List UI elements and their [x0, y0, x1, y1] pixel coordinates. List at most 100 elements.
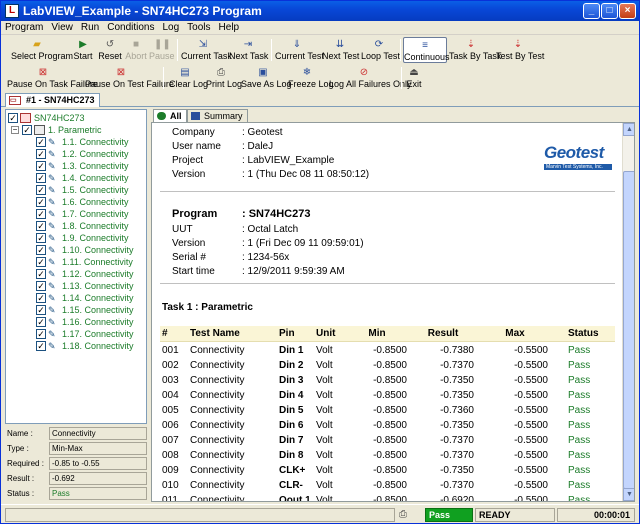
test-checkbox[interactable]: ✓	[36, 185, 46, 195]
col-pin-cell: Din 3	[279, 375, 304, 386]
test-checkbox[interactable]: ✓	[36, 269, 46, 279]
toolbar-separator	[400, 39, 401, 61]
test-checkbox[interactable]: ✓	[36, 221, 46, 231]
col-min-cell: -0.8500	[373, 360, 407, 371]
scroll-up-icon[interactable]: ▲	[623, 123, 634, 136]
collapse-icon[interactable]: −	[11, 126, 19, 134]
scroll-thumb[interactable]	[623, 171, 634, 489]
pause-on-task-failure-button[interactable]: ⊠ Pause On Task Failure	[7, 65, 98, 91]
start-button[interactable]: ▶ Start	[71, 37, 95, 63]
clear-log-button[interactable]: ▤ Clear Log	[169, 65, 208, 91]
next-task-button[interactable]: ⇥ Next Task	[229, 37, 268, 63]
tab-program-sn74hc273[interactable]: ▭ #1 - SN74HC273	[5, 93, 100, 107]
menu-conditions[interactable]: Conditions	[103, 21, 158, 35]
test-checkbox[interactable]: ✓	[36, 305, 46, 315]
task-icon	[34, 125, 45, 135]
tree-test-label: 1.13. Connectivity	[62, 281, 134, 291]
scroll-down-icon[interactable]: ▼	[623, 488, 634, 501]
menu-help[interactable]: Help	[215, 21, 244, 35]
tab-summary[interactable]: Summary	[187, 109, 248, 122]
col-result-cell: -0.7350	[440, 390, 474, 401]
col-min-cell: -0.8500	[373, 450, 407, 461]
minimize-button[interactable]: _	[583, 3, 600, 19]
col-test-name-cell: Connectivity	[190, 405, 245, 416]
start-icon: ▶	[79, 39, 87, 50]
test-checkbox[interactable]: ✓	[36, 149, 46, 159]
test-checkbox[interactable]: ✓	[36, 317, 46, 327]
next-test-icon: ⇊	[335, 39, 345, 50]
col-max-cell: -0.5500	[514, 420, 548, 431]
pause-on-test-failure-button[interactable]: ⊠ Pause On Test Failure	[85, 65, 174, 91]
task-by-task-button[interactable]: ⇣ Task By Task	[449, 37, 501, 63]
tree-test-label: 1.7. Connectivity	[62, 209, 129, 219]
test-checkbox[interactable]: ✓	[36, 245, 46, 255]
test-step-icon: ✎	[48, 185, 56, 195]
maximize-button[interactable]: □	[601, 3, 618, 19]
col-test-name-cell: Connectivity	[190, 465, 245, 476]
test-step-icon: ✎	[48, 209, 56, 219]
col-status-cell: Pass	[568, 420, 591, 431]
current-test-button[interactable]: ⇓ Current Test	[275, 37, 324, 63]
log-all-failures-only-button[interactable]: ⊘ Log All Failures Only	[329, 65, 412, 91]
tree-test-label: 1.12. Connectivity	[62, 269, 134, 279]
col-result-cell: -0.7350	[440, 465, 474, 476]
col-result-cell: -0.7350	[440, 420, 474, 431]
tree-test-label: 1.17. Connectivity	[62, 329, 134, 339]
test-checkbox[interactable]: ✓	[36, 197, 46, 207]
loop-test-button[interactable]: ⟳ Loop Test	[361, 37, 400, 63]
test-checkbox[interactable]: ✓	[36, 329, 46, 339]
current-task-button[interactable]: ⇲ Current Task	[181, 37, 232, 63]
test-checkbox[interactable]: ✓	[36, 281, 46, 291]
next-task-icon: ⇥	[243, 39, 253, 50]
test-properties: Name : Connectivity Type : Min-Max Require…	[5, 426, 147, 502]
next-test-button[interactable]: ⇊ Next Test	[322, 37, 359, 63]
test-checkbox[interactable]: ✓	[36, 233, 46, 243]
tree-test-label: 1.1. Connectivity	[62, 137, 129, 147]
test-checkbox[interactable]: ✓	[36, 293, 46, 303]
col-unit-cell: Volt	[316, 345, 333, 356]
report-scrollbar[interactable]: ▲ ▼	[622, 123, 634, 501]
abort-button[interactable]: ■ Abort	[124, 37, 148, 63]
task-checkbox[interactable]: ✓	[22, 125, 32, 135]
print-log-button[interactable]: ⎙ Print Log	[206, 65, 242, 91]
menu-view[interactable]: View	[47, 21, 77, 35]
pause-button[interactable]: ❚❚ Pause	[149, 37, 175, 63]
window-title: LabVIEW_Example - SN74HC273 Program	[23, 4, 262, 18]
continuous-mode-button[interactable]: ≡ Continuous	[403, 37, 450, 63]
col-index-cell: 008	[162, 450, 179, 461]
test-checkbox[interactable]: ✓	[36, 161, 46, 171]
col-pin-header: Pin	[279, 328, 295, 339]
freeze-log-button[interactable]: ❄ Freeze Log	[288, 65, 334, 91]
col-result-cell: -0.7360	[440, 405, 474, 416]
current-task-icon: ⇲	[198, 39, 208, 50]
menu-tools[interactable]: Tools	[183, 21, 214, 35]
test-checkbox[interactable]: ✓	[36, 257, 46, 267]
save-as-log-button[interactable]: ▣ Save As Log	[241, 65, 292, 91]
col-index-cell: 004	[162, 390, 179, 401]
col-status-cell: Pass	[568, 390, 591, 401]
root-checkbox[interactable]: ✓	[8, 113, 18, 123]
col-index-cell: 011	[162, 495, 178, 502]
test-checkbox[interactable]: ✓	[36, 137, 46, 147]
col-pin-cell: Din 5	[279, 405, 304, 416]
save-icon: ▣	[258, 67, 268, 78]
test-step-icon: ✎	[48, 173, 56, 183]
test-checkbox[interactable]: ✓	[36, 209, 46, 219]
reset-button[interactable]: ↺ Reset	[97, 37, 123, 63]
col-pin-cell: Qout 1	[279, 495, 311, 502]
col-status-cell: Pass	[568, 450, 591, 461]
menu-run[interactable]: Run	[77, 21, 103, 35]
exit-button[interactable]: ⏏ Exit	[405, 65, 423, 91]
col-result-cell: -0.6920	[440, 495, 474, 502]
test-by-test-button[interactable]: ⇣ Test By Test	[496, 37, 544, 63]
menu-log[interactable]: Log	[158, 21, 183, 35]
test-checkbox[interactable]: ✓	[36, 341, 46, 351]
col-max-cell: -0.5500	[514, 435, 548, 446]
tab-all[interactable]: All	[153, 109, 187, 122]
col-min-cell: -0.8500	[373, 495, 407, 502]
select-program-button[interactable]: ▰ Select Program	[11, 37, 73, 63]
close-button[interactable]: ×	[619, 3, 636, 19]
test-checkbox[interactable]: ✓	[36, 173, 46, 183]
summary-icon	[191, 112, 200, 120]
menu-program[interactable]: Program	[1, 21, 47, 35]
